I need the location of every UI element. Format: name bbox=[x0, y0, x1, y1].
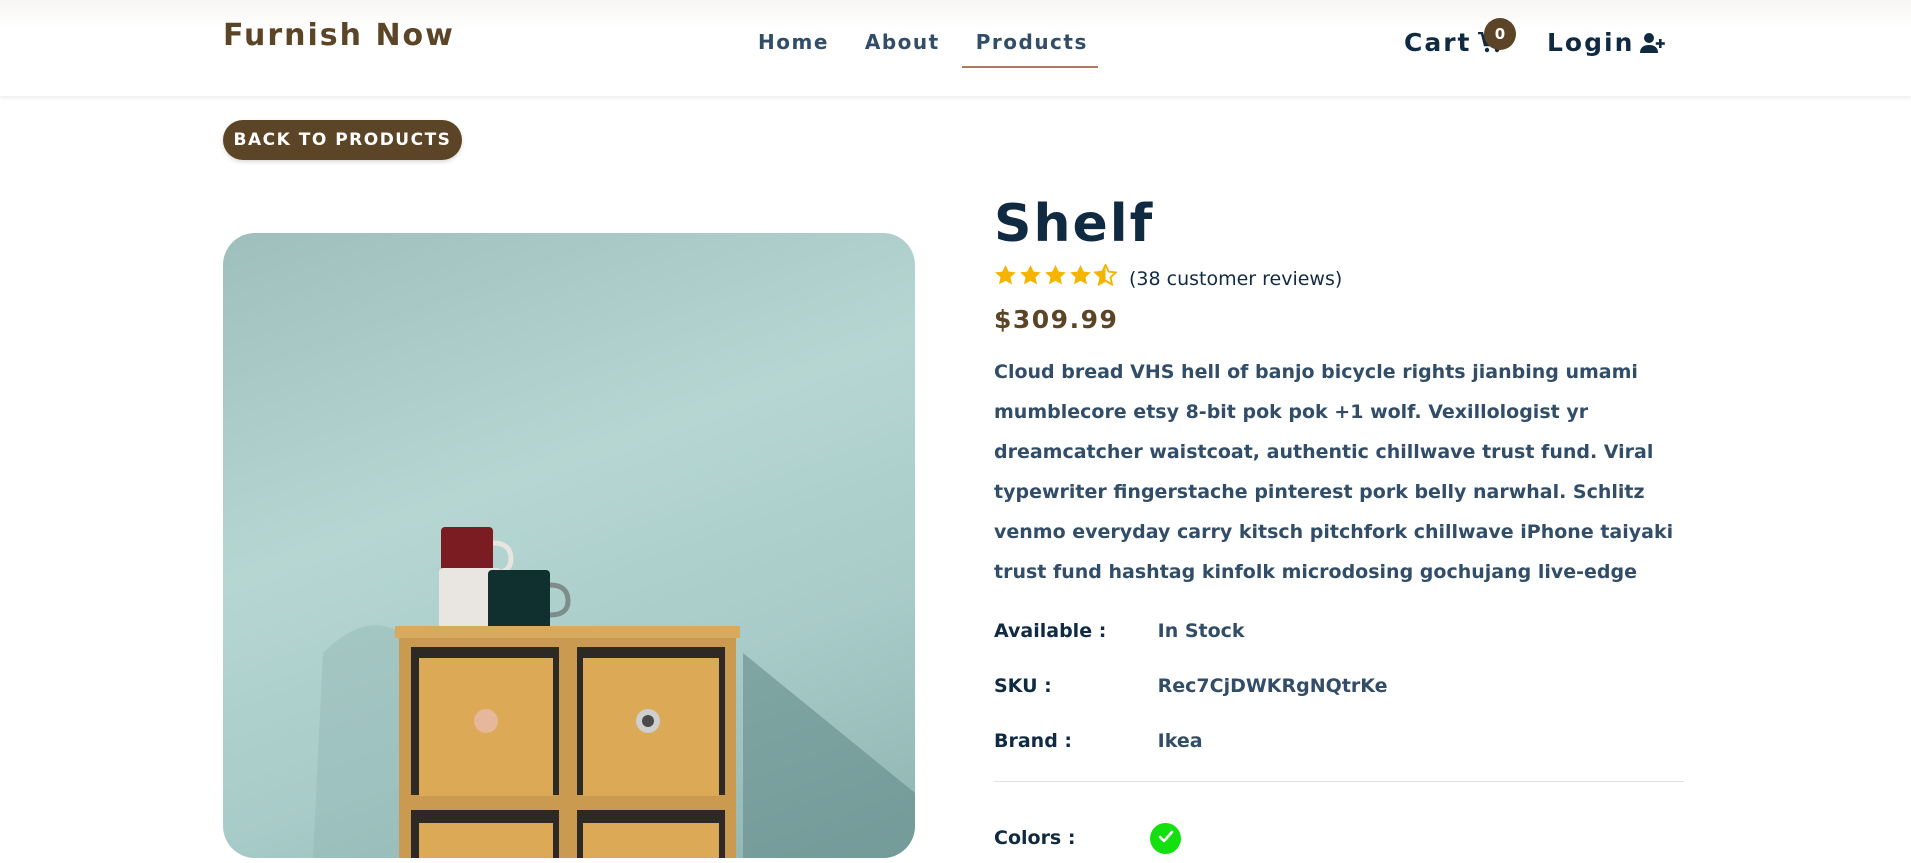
color-swatch-green[interactable] bbox=[1150, 823, 1181, 854]
nav-about-link[interactable]: About bbox=[851, 30, 950, 68]
login-label: Login bbox=[1547, 28, 1635, 57]
availability-row: Available : In Stock bbox=[994, 620, 1245, 642]
nav-home-link[interactable]: Home bbox=[744, 30, 839, 68]
colors-label: Colors : bbox=[994, 827, 1076, 849]
availability-label: Available : bbox=[994, 620, 1107, 642]
colors-row: Colors : bbox=[994, 827, 1151, 849]
brand-row: Brand : Ikea bbox=[994, 730, 1203, 752]
user-plus-icon bbox=[1640, 32, 1666, 54]
cart-count-badge: 0 bbox=[1484, 18, 1516, 50]
sku-value: Rec7CjDWKRgNQtrKe bbox=[1157, 675, 1388, 697]
nav-links: Home About Products bbox=[744, 30, 1110, 68]
cart-button[interactable]: Cart 0 bbox=[1404, 18, 1516, 57]
star-half-icon bbox=[1092, 262, 1119, 290]
nav-products-link[interactable]: Products bbox=[961, 30, 1098, 68]
availability-value: In Stock bbox=[1157, 620, 1245, 642]
cart-label: Cart bbox=[1404, 28, 1472, 57]
divider bbox=[994, 781, 1684, 782]
star-icon bbox=[1069, 264, 1092, 290]
login-button[interactable]: Login bbox=[1547, 28, 1666, 57]
sku-label: SKU : bbox=[994, 675, 1052, 697]
back-to-products-button[interactable]: BACK TO PRODUCTS bbox=[223, 120, 462, 160]
review-count: (38 customer reviews) bbox=[1129, 268, 1343, 290]
star-icon bbox=[1044, 264, 1067, 290]
product-description: Cloud bread VHS hell of banjo bicycle ri… bbox=[994, 361, 1674, 583]
product-title: Shelf bbox=[994, 194, 1155, 254]
star-icon bbox=[994, 264, 1017, 290]
navbar: Furnish Now Home About Products Cart 0 L… bbox=[0, 0, 1911, 96]
sku-row: SKU : Rec7CjDWKRgNQtrKe bbox=[994, 675, 1388, 697]
product-image bbox=[223, 233, 915, 858]
star-icon bbox=[1019, 264, 1042, 290]
product-price: $309.99 bbox=[994, 305, 1119, 334]
check-icon bbox=[1158, 829, 1174, 848]
brand-logo[interactable]: Furnish Now bbox=[223, 18, 455, 53]
brand-value: Ikea bbox=[1157, 730, 1203, 752]
brand-label: Brand : bbox=[994, 730, 1073, 752]
rating-stars bbox=[994, 262, 1119, 290]
